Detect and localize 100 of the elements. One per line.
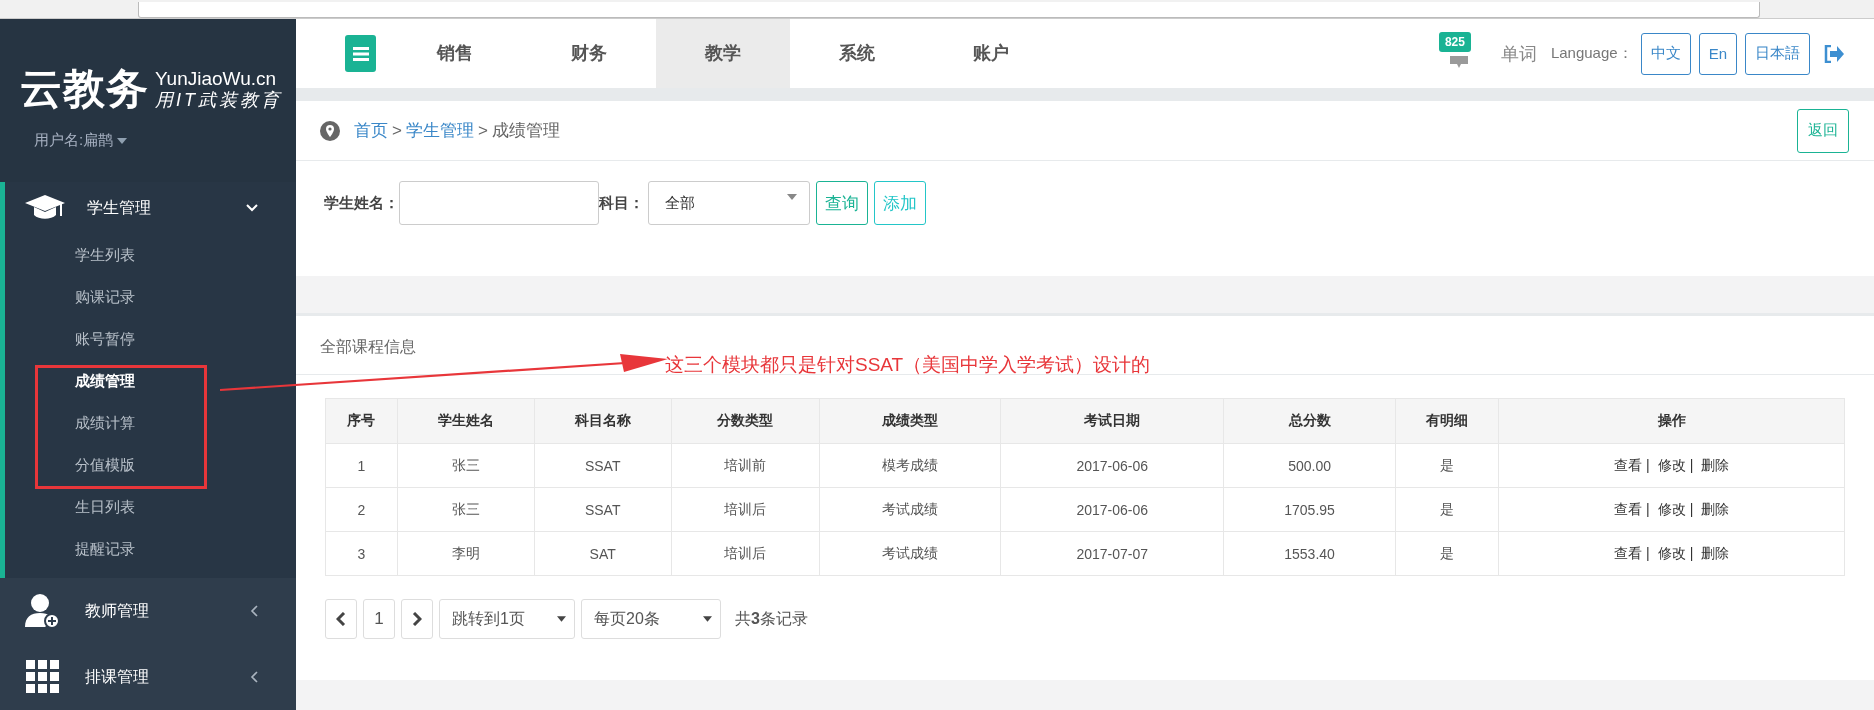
table-cell: 考试成绩 — [819, 531, 1001, 576]
chevron-down-icon — [246, 204, 258, 212]
breadcrumb-link[interactable]: 学生管理 — [405, 119, 474, 142]
graduation-cap-icon — [25, 195, 65, 221]
column-header: 科目名称 — [534, 398, 672, 444]
submenu-item[interactable]: 成绩计算 — [5, 402, 135, 444]
menu-item[interactable]: 教师管理 — [5, 578, 296, 644]
dropdown-caret-icon — [787, 194, 797, 200]
page-size-select[interactable]: 每页20条 — [581, 599, 721, 639]
chevron-left-icon — [250, 605, 258, 617]
name-label: 学生姓名： — [324, 193, 399, 213]
table-cell: 2017-07-07 — [1001, 531, 1224, 576]
action-link[interactable]: 修改 — [1657, 456, 1686, 473]
table-cell: 1553.40 — [1223, 531, 1396, 576]
nav-tab[interactable]: 财务 — [522, 19, 656, 88]
nav-tab[interactable]: 账户 — [924, 19, 1058, 88]
action-link[interactable]: 查看 — [1614, 544, 1643, 561]
subject-select[interactable]: 全部 — [648, 181, 810, 225]
column-header: 操作 — [1498, 398, 1845, 444]
table-cell: 模考成绩 — [819, 443, 1001, 488]
dropdown-caret-icon — [703, 616, 712, 622]
address-bar[interactable] — [138, 2, 1760, 18]
table-cell: 2017-06-06 — [1001, 443, 1224, 488]
submenu-item[interactable]: 学生列表 — [5, 234, 135, 276]
action-link[interactable]: 删除 — [1701, 456, 1730, 473]
table-cell: 培训后 — [671, 487, 820, 532]
action-link[interactable]: 修改 — [1657, 544, 1686, 561]
logo-slogan: 用IT武装教育 — [155, 89, 282, 111]
table-cell: 张三 — [397, 487, 535, 532]
subject-label: 科目： — [599, 193, 644, 213]
language-button[interactable]: En — [1698, 32, 1737, 75]
action-link[interactable]: 修改 — [1657, 500, 1686, 517]
page-jump-select[interactable]: 跳转到1页 — [439, 599, 575, 639]
submenu-item[interactable]: 成绩管理 — [5, 360, 135, 402]
chevron-right-icon — [412, 612, 422, 626]
logout-icon[interactable] — [1824, 44, 1844, 63]
message-icon[interactable] — [1449, 55, 1468, 68]
menu-item[interactable]: 排课管理 — [5, 644, 296, 710]
record-count: 共3条记录 — [735, 608, 808, 629]
caret-icon — [117, 137, 128, 144]
action-separator: | — [1646, 544, 1650, 561]
dropdown-caret-icon — [557, 616, 566, 622]
column-header: 成绩类型 — [819, 398, 1001, 444]
table-cell: 培训后 — [671, 531, 820, 576]
page-button[interactable]: 1 — [363, 599, 395, 639]
logo-domain: YunJiaoWu.cn — [155, 67, 278, 90]
action-separator: | — [1689, 500, 1694, 517]
breadcrumb-link[interactable]: 首页 — [354, 119, 388, 142]
breadcrumb-current: 成绩管理 — [491, 120, 560, 142]
action-separator: | — [1689, 456, 1694, 473]
table-cell: 李明 — [397, 531, 535, 576]
menu-item[interactable]: 学生管理 — [5, 182, 296, 234]
language-label: Language： — [1550, 44, 1633, 63]
language-button[interactable]: 中文 — [1640, 32, 1691, 75]
table-cell: SSAT — [534, 443, 672, 488]
table-cell: 500.00 — [1223, 443, 1396, 488]
column-header: 分数类型 — [671, 398, 820, 444]
breadcrumb-separator: > — [477, 120, 488, 141]
count-badge: 825 — [1438, 31, 1471, 52]
table-cell: 是 — [1395, 443, 1499, 488]
logo-text: 云教务 — [20, 64, 149, 114]
column-header: 总分数 — [1223, 398, 1396, 444]
next-page-button[interactable] — [401, 599, 433, 639]
table-cell: SSAT — [534, 487, 672, 532]
table-cell: 1705.95 — [1223, 487, 1396, 532]
menu-icon — [352, 46, 369, 61]
submenu-item[interactable]: 账号暂停 — [5, 318, 135, 360]
action-separator: | — [1646, 500, 1650, 517]
table-cell: 培训前 — [671, 443, 820, 488]
previous-page-button[interactable] — [325, 599, 357, 639]
table-cell: 考试成绩 — [819, 487, 1001, 532]
action-link[interactable]: 删除 — [1701, 500, 1730, 517]
annotation-text: 这三个模块都只是针对SSAT（美国中学入学考试）设计的 — [665, 353, 1151, 377]
submenu-item[interactable]: 分值模版 — [5, 444, 135, 486]
table-cell: 3 — [325, 531, 398, 576]
action-link[interactable]: 删除 — [1701, 544, 1730, 561]
submenu-item[interactable]: 购课记录 — [5, 276, 135, 318]
breadcrumb-separator: > — [392, 120, 402, 141]
table-cell: 是 — [1395, 531, 1499, 576]
action-separator: | — [1689, 544, 1694, 561]
action-link[interactable]: 查看 — [1614, 456, 1643, 473]
submenu-item[interactable]: 生日列表 — [5, 486, 135, 528]
table-cell: 2 — [325, 487, 398, 532]
name-input[interactable] — [399, 181, 599, 225]
action-separator: | — [1646, 456, 1650, 473]
user-menu[interactable]: 用户名:扁鹊 — [34, 131, 128, 150]
column-header: 考试日期 — [1001, 398, 1224, 444]
table-cell: 2017-06-06 — [1001, 487, 1224, 532]
table-cell: 是 — [1395, 487, 1499, 532]
nav-tab[interactable]: 系统 — [790, 19, 924, 88]
column-header: 有明细 — [1395, 398, 1499, 444]
nav-tab[interactable]: 销售 — [388, 19, 522, 88]
menu-toggle-button[interactable] — [345, 35, 376, 72]
chevron-left-icon — [250, 671, 258, 683]
words-link[interactable]: 单词 — [1500, 41, 1537, 66]
action-link[interactable]: 查看 — [1614, 500, 1643, 517]
nav-tab[interactable]: 教学 — [656, 19, 790, 88]
table-cell: SAT — [534, 531, 672, 576]
language-button[interactable]: 日本語 — [1745, 32, 1810, 75]
submenu-item[interactable]: 提醒记录 — [5, 528, 135, 570]
